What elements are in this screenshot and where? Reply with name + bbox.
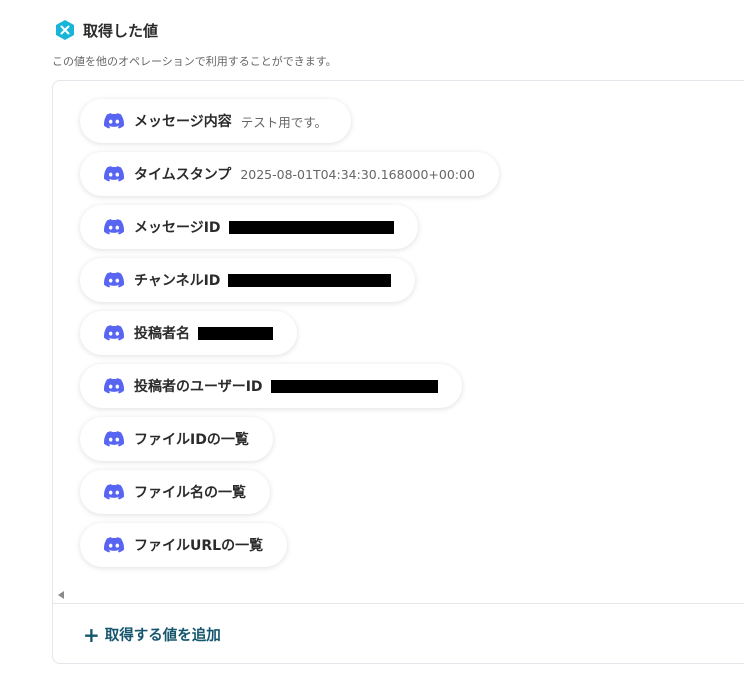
field-label: タイムスタンプ	[134, 167, 232, 183]
discord-icon	[104, 219, 124, 235]
field-label: ファイル名の一覧	[134, 485, 246, 501]
values-panel: メッセージ内容 テスト用です。 タイムスタンプ 2025-08-01T04:34…	[52, 80, 744, 664]
field-value: テスト用です。	[240, 114, 327, 130]
scroll-left-arrow-icon[interactable]	[58, 591, 64, 599]
add-value-label: 取得する値を追加	[104, 628, 221, 644]
field-chip-author-name[interactable]: 投稿者名	[80, 311, 297, 355]
field-chip-file-url-list[interactable]: ファイルURLの一覧	[80, 523, 288, 567]
section-subtitle: この値を他のオペレーションで利用することができます。	[52, 55, 337, 68]
field-chip-file-name-list[interactable]: ファイル名の一覧	[80, 470, 270, 514]
redacted-value	[228, 220, 394, 234]
field-label: ファイルIDの一覧	[134, 432, 249, 448]
field-label: チャンネルID	[134, 273, 221, 289]
redacted-value	[228, 273, 392, 287]
section-title: 取得した値	[83, 21, 159, 40]
discord-icon	[104, 431, 124, 447]
field-value: 2025-08-01T04:34:30.168000+00:00	[240, 166, 475, 182]
field-chip-message-id[interactable]: メッセージID	[80, 205, 418, 249]
redacted-value	[270, 379, 438, 393]
field-chip-file-id-list[interactable]: ファイルIDの一覧	[80, 417, 273, 461]
discord-icon	[104, 166, 124, 182]
field-chip-author-user-id[interactable]: 投稿者のユーザーID	[80, 364, 462, 408]
discord-icon	[104, 378, 124, 394]
field-label: 投稿者名	[134, 326, 190, 342]
section-header: 取得した値	[54, 19, 158, 41]
field-label: メッセージID	[134, 220, 221, 236]
discord-icon	[104, 113, 124, 129]
divider	[53, 603, 744, 604]
field-label: ファイルURLの一覧	[134, 538, 264, 554]
add-value-button[interactable]: + 取得する値を追加	[83, 624, 221, 645]
discord-icon	[104, 325, 124, 341]
field-chip-timestamp[interactable]: タイムスタンプ 2025-08-01T04:34:30.168000+00:00	[80, 152, 499, 196]
field-chip-message-content[interactable]: メッセージ内容 テスト用です。	[80, 99, 351, 143]
discord-icon	[104, 484, 124, 500]
field-label: 投稿者のユーザーID	[134, 379, 263, 395]
discord-icon	[104, 537, 124, 553]
field-chip-channel-id[interactable]: チャンネルID	[80, 258, 416, 302]
plus-icon: +	[83, 622, 100, 647]
discord-icon	[104, 272, 124, 288]
redacted-value	[198, 326, 273, 340]
field-label: メッセージ内容	[134, 114, 232, 130]
x-badge-icon	[56, 20, 74, 40]
